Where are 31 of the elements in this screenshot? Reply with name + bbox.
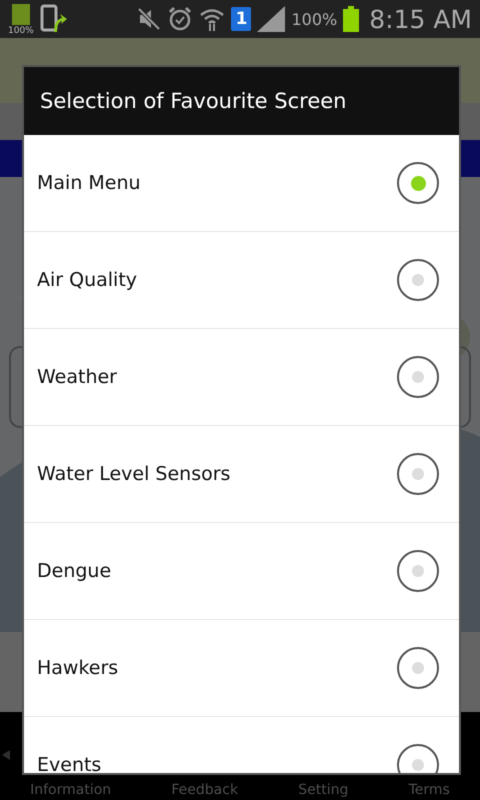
option-label: Dengue [37,560,112,582]
radio-button[interactable] [397,162,439,204]
option-row[interactable]: Water Level Sensors [24,426,459,523]
mute-icon [137,7,162,31]
option-row[interactable]: Events [24,717,459,773]
option-label: Air Quality [37,269,138,291]
battery-percent: 100% [291,10,338,28]
radio-button[interactable] [397,259,439,301]
radio-button[interactable] [397,453,439,495]
option-row[interactable]: Weather [24,329,459,426]
option-label: Main Menu [37,172,141,194]
option-row[interactable]: Air Quality [24,232,459,329]
signal-icon [257,6,286,32]
battery-icon [343,6,360,32]
option-row[interactable]: Dengue [24,523,459,620]
sim-badge: 1 [231,7,252,31]
option-label: Events [37,754,102,773]
clock: 8:15 AM [369,4,472,34]
option-label: Weather [37,366,117,388]
dialog-title: Selection of Favourite Screen [24,67,459,135]
radio-button[interactable] [397,550,439,592]
option-label: Hawkers [37,657,118,679]
wifi-icon [199,6,226,32]
radio-button[interactable] [397,647,439,689]
option-row[interactable]: Main Menu [24,135,459,232]
option-label: Water Level Sensors [37,463,230,485]
alarm-clock-icon [167,6,194,32]
phone-upload-icon [40,4,68,34]
option-row[interactable]: Hawkers [24,620,459,717]
radio-button[interactable] [397,356,439,398]
scroll-left-icon [2,750,10,760]
